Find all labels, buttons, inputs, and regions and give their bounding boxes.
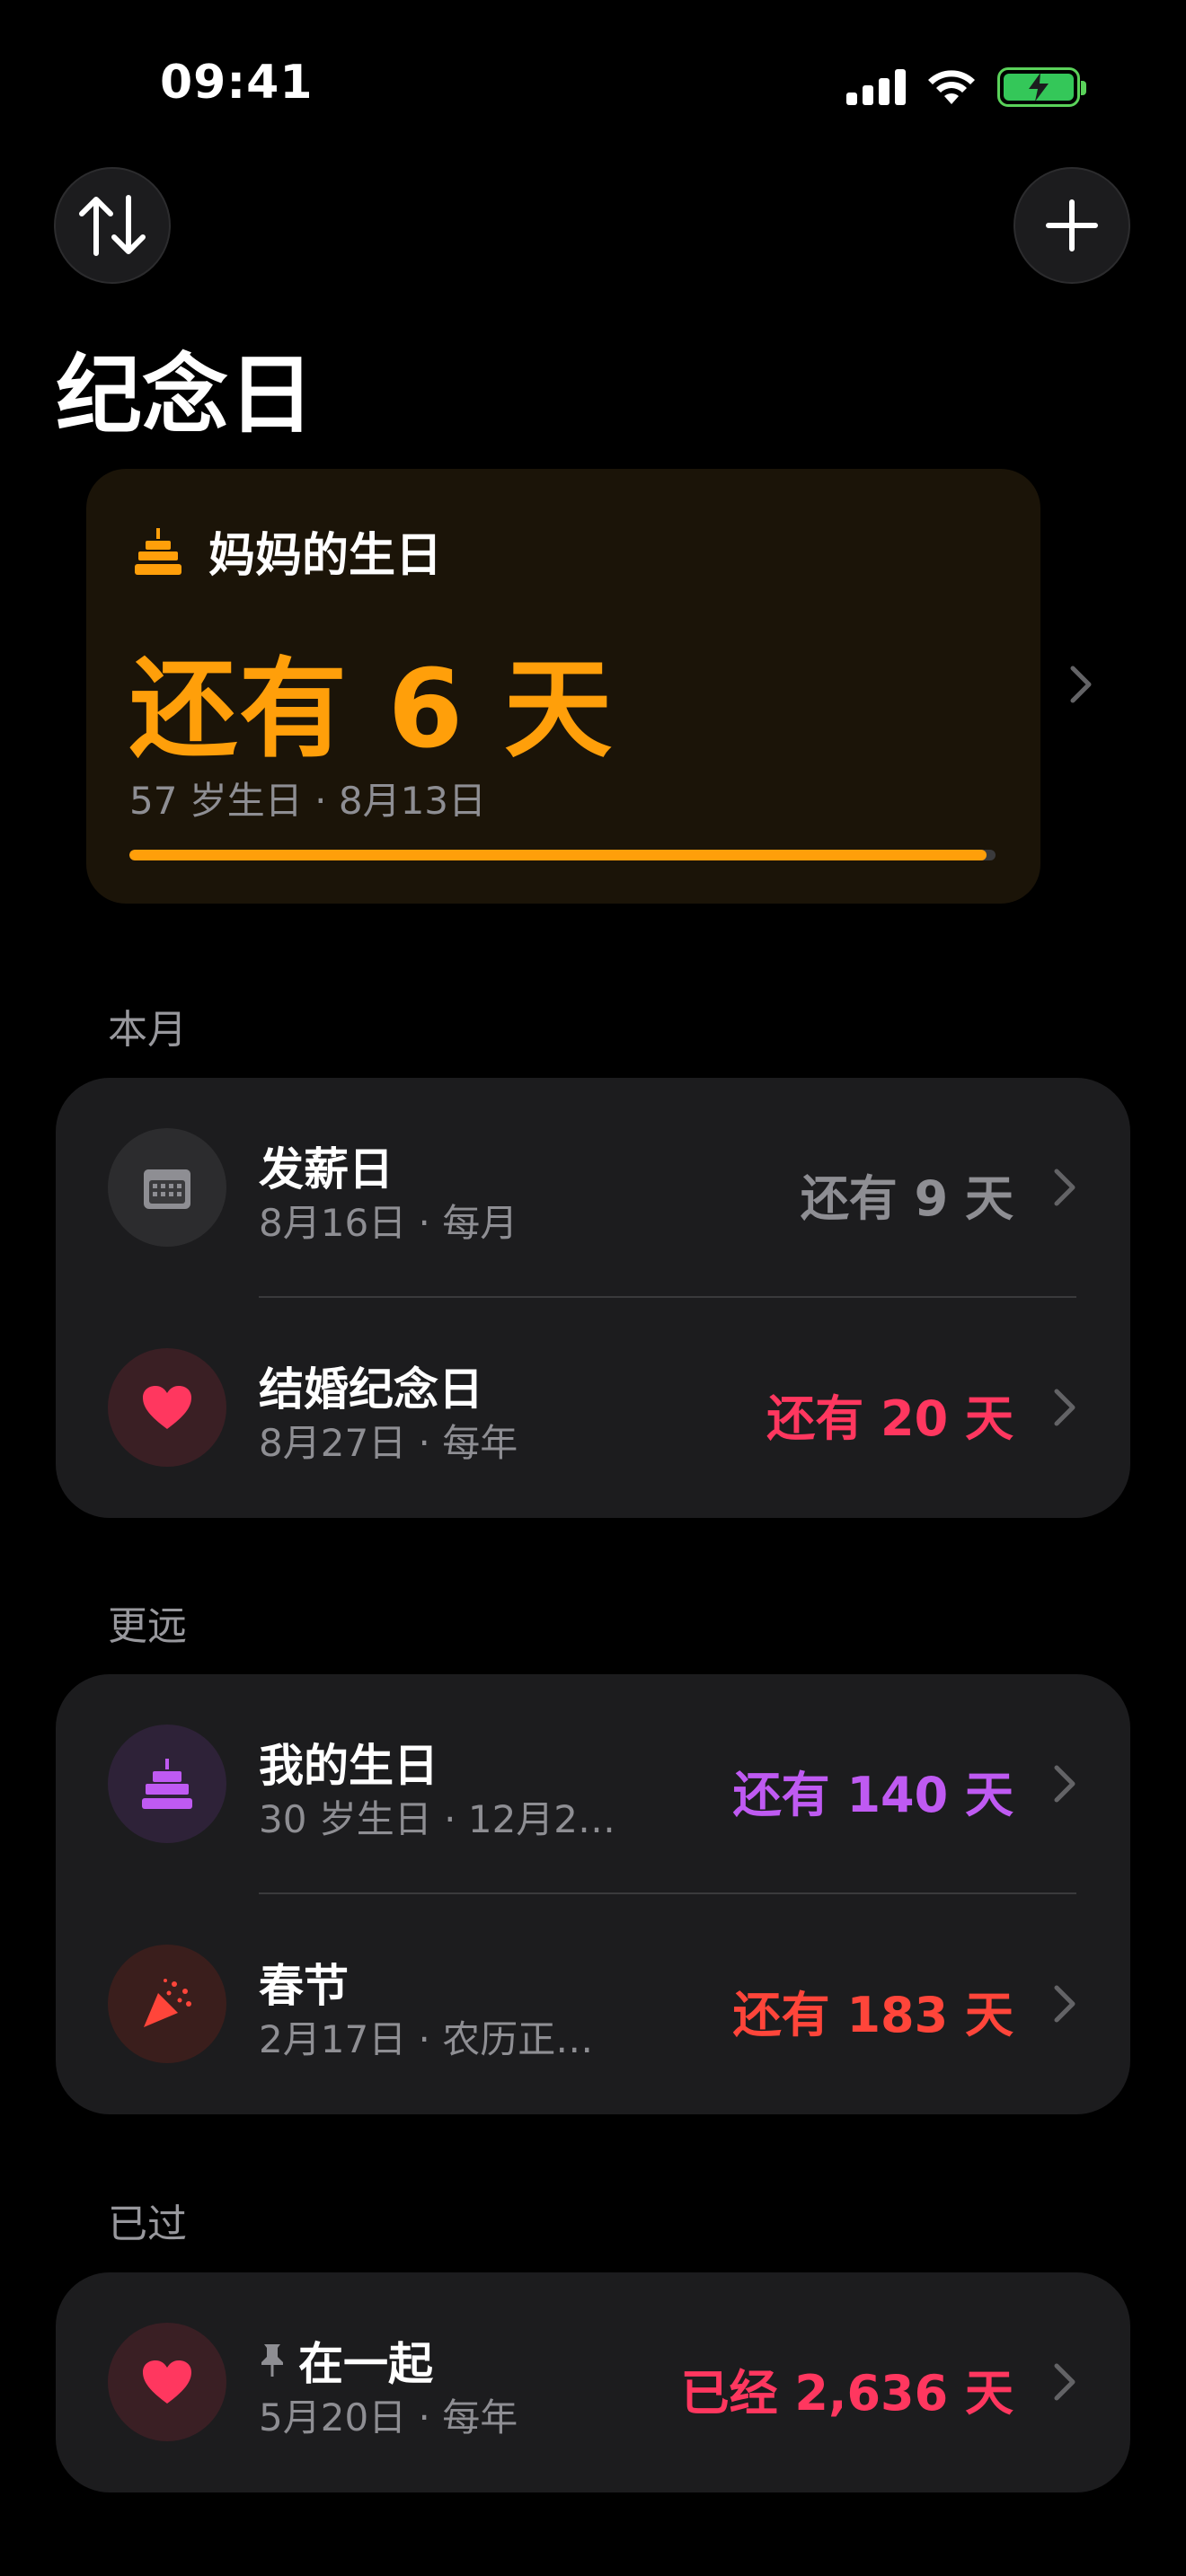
section-label-this-month: 本月 (108, 1007, 187, 1053)
list-item-count: 还有 140 天 (732, 1767, 1013, 1823)
list-item-icon (108, 1348, 226, 1467)
list-item[interactable]: 春节 2月17日 · 农历正… 还有 183 天 (56, 1894, 1130, 2114)
featured-header: 妈妈的生日 (131, 517, 442, 585)
sort-button[interactable] (54, 167, 171, 284)
featured-progress-fill (129, 850, 987, 860)
list-item-count: 还有 183 天 (732, 1987, 1013, 2043)
list-item-title: 在一起 (259, 2328, 433, 2393)
list-item-count: 已经 2,636 天 (680, 2365, 1013, 2422)
heart-icon (143, 2360, 191, 2404)
list-item-meta: 5月20日 · 每年 (259, 2395, 518, 2439)
chevron-right-icon[interactable] (1069, 665, 1093, 704)
list-item-meta: 8月16日 · 每月 (259, 1201, 518, 1245)
list-item[interactable]: 我的生日 30 岁生日 · 12月2… 还有 140 天 (56, 1674, 1130, 1894)
section-label-later: 更远 (108, 1603, 187, 1649)
section-label-past: 已过 (108, 2201, 187, 2247)
list-item-title: 我的生日 (259, 1740, 438, 1792)
status-time: 09:41 (160, 56, 314, 110)
cellular-signal-icon (846, 69, 906, 105)
add-button[interactable] (1013, 167, 1130, 284)
group-this-month: 发薪日 8月16日 · 每月 还有 9 天 结婚纪念日 8月27日 · 每年 还… (56, 1078, 1130, 1518)
pin-icon (261, 2344, 283, 2377)
anniversary-screen: 09:41 纪念日 妈妈的生日 还有 6 天 57 岁生日 · 8月13日 本月… (0, 0, 1186, 2576)
chevron-right-icon (1054, 1169, 1075, 1206)
list-item-icon (108, 1725, 226, 1843)
list-item-meta: 8月27日 · 每年 (259, 1421, 518, 1465)
list-item[interactable]: 在一起 5月20日 · 每年 已经 2,636 天 (56, 2272, 1130, 2492)
featured-countdown-card[interactable]: 妈妈的生日 还有 6 天 57 岁生日 · 8月13日 (86, 469, 1040, 904)
list-item-icon (108, 1128, 226, 1247)
list-item-meta: 2月17日 · 农历正… (259, 2017, 594, 2061)
heart-icon (143, 1386, 191, 1429)
list-item-icon (108, 2323, 226, 2441)
featured-name: 妈妈的生日 (208, 529, 443, 583)
chevron-right-icon (1054, 1765, 1075, 1803)
featured-progress-bar (129, 850, 996, 860)
plus-icon (1046, 199, 1098, 251)
chevron-right-icon (1054, 1985, 1075, 2023)
list-item-title: 结婚纪念日 (259, 1363, 483, 1416)
sort-arrows-icon (79, 195, 146, 256)
chevron-right-icon (1054, 1389, 1075, 1426)
group-later: 我的生日 30 岁生日 · 12月2… 还有 140 天 春节 2月17日 · … (56, 1674, 1130, 2114)
status-icons (846, 65, 1086, 110)
list-item-title-text: 在一起 (298, 2338, 433, 2390)
list-item-count: 还有 9 天 (800, 1170, 1013, 1227)
list-item-icon (108, 1945, 226, 2063)
cake-icon (135, 527, 181, 575)
chevron-right-icon (1054, 2363, 1075, 2401)
list-item[interactable]: 结婚纪念日 8月27日 · 每年 还有 20 天 (56, 1298, 1130, 1518)
group-past: 在一起 5月20日 · 每年 已经 2,636 天 (56, 2272, 1130, 2492)
list-item-meta: 30 岁生日 · 12月2… (259, 1797, 616, 1841)
list-item-count: 还有 20 天 (766, 1390, 1013, 1447)
cake-icon (142, 1759, 192, 1809)
wifi-icon (928, 70, 975, 104)
featured-countdown: 还有 6 天 (129, 648, 615, 772)
list-item-title: 发薪日 (259, 1143, 394, 1195)
list-item-title: 春节 (259, 1960, 349, 2012)
list-item[interactable]: 发薪日 8月16日 · 每月 还有 9 天 (56, 1078, 1130, 1298)
calendar-icon (144, 1169, 190, 1209)
page-title: 纪念日 (56, 345, 314, 446)
featured-subtitle: 57 岁生日 · 8月13日 (129, 779, 487, 823)
party-popper-icon (144, 1979, 191, 2027)
battery-charging-icon (997, 67, 1086, 107)
